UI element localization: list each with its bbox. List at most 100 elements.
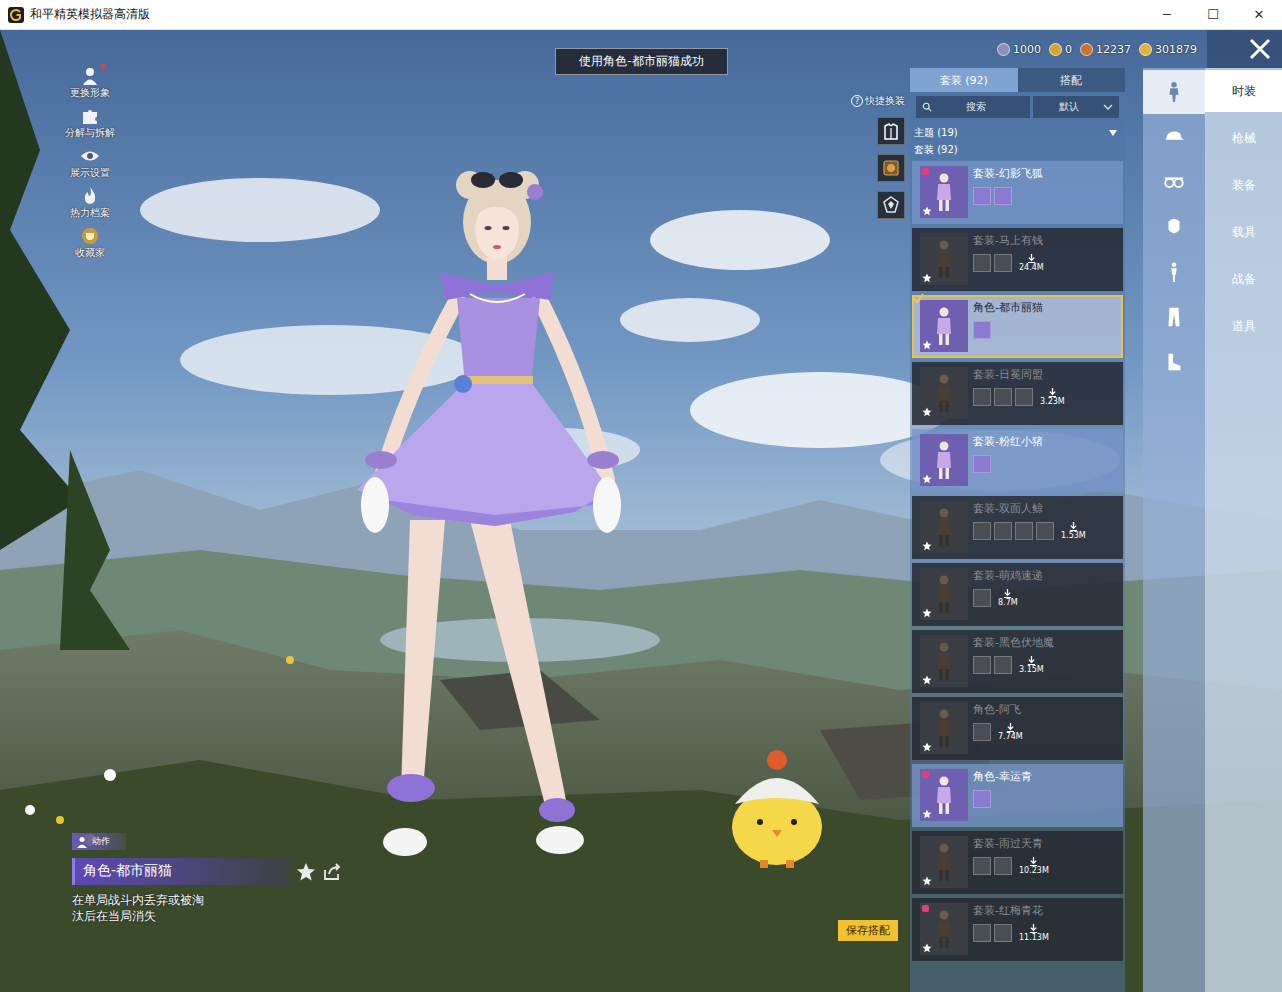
app-logo-icon xyxy=(8,7,24,23)
download-icon xyxy=(1027,656,1036,665)
pet-chick[interactable] xyxy=(722,742,832,872)
eye-icon xyxy=(80,146,100,166)
quick-change-button[interactable] xyxy=(877,154,905,182)
category-icon-tab[interactable] xyxy=(1143,70,1205,114)
outfit-item[interactable]: 套装-日冕同盟 3.23M xyxy=(912,362,1123,425)
left-menu-item[interactable]: 收藏家 xyxy=(56,226,124,260)
part-thumbnail xyxy=(994,254,1012,272)
outfit-item[interactable]: 套装-粉红小猪 xyxy=(912,429,1123,492)
new-badge-icon xyxy=(922,905,929,912)
outfit-item[interactable]: 角色-幸运青 xyxy=(912,764,1123,827)
wardrobe-icon xyxy=(881,121,901,141)
download-icon xyxy=(1069,522,1078,531)
category-tab[interactable]: 装备 xyxy=(1205,164,1282,206)
figure-icon xyxy=(934,641,954,681)
outfit-thumbnail xyxy=(920,836,968,888)
panel-tab[interactable]: 套装 (92) xyxy=(910,68,1018,92)
outfit-thumbnail xyxy=(920,568,968,620)
figure-icon xyxy=(934,775,954,815)
outfit-item[interactable]: 套装-萌鸡速递 8.7M xyxy=(912,563,1123,626)
outfit-list: 套装-幻影飞狐 套装-马上有钱 24.4M 角色-都市丽猫 套装-日冕同盟 3.… xyxy=(910,161,1125,961)
outfit-item[interactable]: 角色-阿飞 7.74M xyxy=(912,697,1123,760)
download-badge[interactable]: 8.7M xyxy=(998,589,1018,607)
item-description: 在单局战斗内丢弃或被淘汰后在当局消失 xyxy=(72,893,208,924)
download-badge[interactable]: 10.23M xyxy=(1019,857,1049,875)
left-menu-item[interactable]: 分解与拆解 xyxy=(56,106,124,140)
quick-change-button[interactable] xyxy=(877,117,905,145)
outfit-item[interactable]: 套装-红梅青花 11.13M xyxy=(912,898,1123,961)
download-badge[interactable]: 7.74M xyxy=(998,723,1023,741)
download-badge[interactable]: 3.15M xyxy=(1019,656,1044,674)
outfit-item[interactable]: 角色-都市丽猫 xyxy=(912,295,1123,358)
part-thumbnail xyxy=(973,388,991,406)
window-control[interactable]: ☐ xyxy=(1190,0,1236,29)
category-icon-tab[interactable] xyxy=(1143,340,1205,384)
close-icon xyxy=(1248,37,1272,61)
figure-icon xyxy=(934,306,954,346)
download-badge[interactable]: 1.53M xyxy=(1061,522,1086,540)
search-icon xyxy=(922,102,932,112)
outfit-item[interactable]: 套装-马上有钱 24.4M xyxy=(912,228,1123,291)
left-menu-item[interactable]: 热力档案 xyxy=(56,186,124,220)
quick-change-button[interactable] xyxy=(877,191,905,219)
outfit-thumbnail xyxy=(920,769,968,821)
category-tab[interactable]: 枪械 xyxy=(1205,117,1282,159)
part-thumbnail xyxy=(973,522,991,540)
download-badge[interactable]: 11.13M xyxy=(1019,924,1049,942)
outfit-thumbnail xyxy=(920,903,968,955)
outfit-item[interactable]: 套装-幻影飞狐 xyxy=(912,161,1123,224)
star-icon[interactable] xyxy=(296,862,316,882)
star-icon xyxy=(922,675,932,685)
star-icon xyxy=(922,541,932,551)
category-icon-tab[interactable] xyxy=(1143,295,1205,339)
section-header: 套装 (92) xyxy=(910,141,1125,161)
download-badge[interactable]: 3.23M xyxy=(1040,388,1065,406)
sort-dropdown[interactable]: 默认 xyxy=(1033,96,1119,118)
currency-bar: 1000 0 12237 301879 xyxy=(910,43,1207,56)
theme-header[interactable]: 主题 (19) xyxy=(910,122,1125,141)
save-outfit-button[interactable]: 保存搭配 xyxy=(838,920,898,941)
character-model[interactable] xyxy=(345,160,625,870)
star-icon xyxy=(922,608,932,618)
outfit-thumbnail xyxy=(920,434,968,486)
category-tab[interactable]: 时装 xyxy=(1205,70,1282,112)
outfit-thumbnail xyxy=(920,300,968,352)
left-menu-item[interactable]: 展示设置 xyxy=(56,146,124,180)
part-thumbnail xyxy=(973,455,991,473)
category-nav: 时装枪械装备载具战备道具 xyxy=(1205,68,1282,992)
star-icon xyxy=(922,809,932,819)
new-badge-icon xyxy=(922,771,929,778)
figure-icon xyxy=(934,440,954,480)
category-tab[interactable]: 道具 xyxy=(1205,305,1282,347)
window-control[interactable]: ✕ xyxy=(1236,0,1282,29)
help-icon[interactable]: ? xyxy=(851,95,863,107)
part-thumbnail xyxy=(994,857,1012,875)
star-icon xyxy=(922,474,932,484)
download-badge[interactable]: 24.4M xyxy=(1019,254,1044,272)
search-field[interactable]: 搜索 xyxy=(916,96,1030,118)
close-button[interactable] xyxy=(1207,30,1282,68)
download-icon xyxy=(1048,388,1057,397)
category-icon-nav xyxy=(1143,68,1205,992)
category-icon-tab[interactable] xyxy=(1143,115,1205,159)
outfit-item[interactable]: 套装-黑色伏地魔 3.15M xyxy=(912,630,1123,693)
window-control[interactable]: ─ xyxy=(1144,0,1190,29)
outfit-item[interactable]: 套装-雨过天青 10.23M xyxy=(912,831,1123,894)
category-icon-tab[interactable] xyxy=(1143,250,1205,294)
currency: 0 xyxy=(1049,43,1072,56)
part-thumbnail xyxy=(973,254,991,272)
part-thumbnail xyxy=(973,321,991,339)
share-icon[interactable] xyxy=(322,862,342,882)
check-icon xyxy=(912,292,924,304)
panel-tab[interactable]: 搭配 xyxy=(1018,68,1126,92)
outfit-item[interactable]: 套装-双面人鲸 1.53M xyxy=(912,496,1123,559)
outfit-thumbnail xyxy=(920,702,968,754)
category-icon-tab[interactable] xyxy=(1143,160,1205,204)
emulator-window: 和平精英模拟器高清版 ─☐✕ 使用角色-都市丽猫成功 更换形象 分解与拆解 展示… xyxy=(0,0,1282,992)
item-name: 角色-都市丽猫 xyxy=(72,858,290,885)
character-scene: 使用角色-都市丽猫成功 更换形象 分解与拆解 展示设置 热力档案 收藏家 ? 快… xyxy=(0,30,910,992)
category-icon-tab[interactable] xyxy=(1143,205,1205,249)
left-menu-item[interactable]: 更换形象 xyxy=(56,66,124,100)
category-tab[interactable]: 载具 xyxy=(1205,211,1282,253)
category-tab[interactable]: 战备 xyxy=(1205,258,1282,300)
